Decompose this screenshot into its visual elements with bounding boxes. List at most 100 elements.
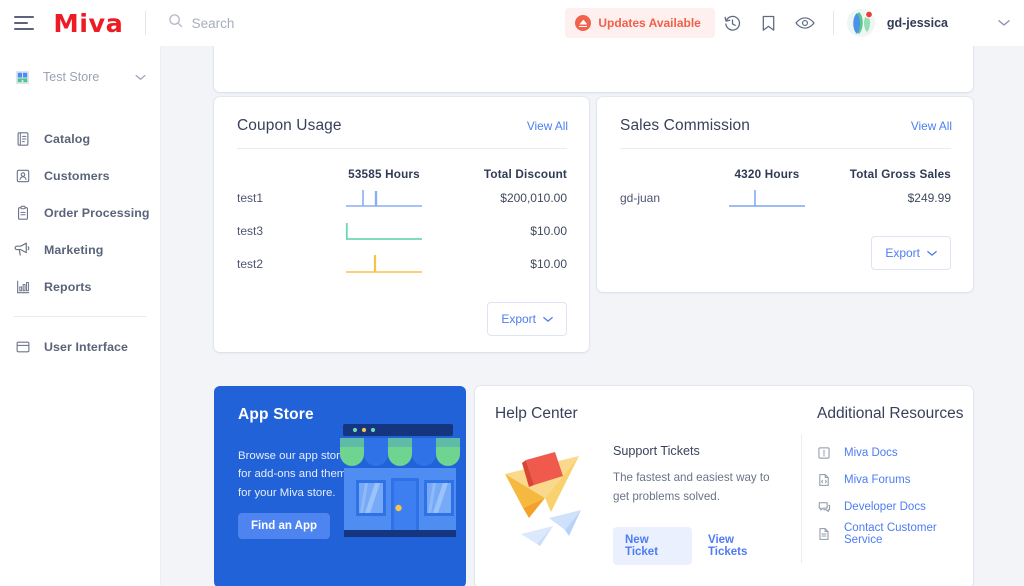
support-tickets-block: Support Tickets The fastest and easiest … xyxy=(613,444,781,565)
search-input[interactable]: Search xyxy=(168,13,235,33)
row-label: test3 xyxy=(237,224,309,238)
coupon-usage-card: Coupon Usage View All 53585 Hours Total … xyxy=(214,97,589,352)
chat-bubbles-icon xyxy=(817,500,832,514)
sidebar-item-label: Marketing xyxy=(44,243,103,257)
table-row[interactable]: test2 $10.00 xyxy=(214,247,589,280)
row-value: $10.00 xyxy=(459,257,567,271)
clipboard-icon xyxy=(14,205,31,221)
help-center-card: Help Center Additional Resources Support… xyxy=(475,386,973,586)
search-placeholder: Search xyxy=(192,16,235,31)
sidebar-item-reports[interactable]: Reports xyxy=(0,268,160,305)
row-value: $249.99 xyxy=(842,191,951,205)
support-tickets-title: Support Tickets xyxy=(613,444,781,458)
column-header-total: Total Gross Sales xyxy=(842,168,951,181)
hamburger-icon[interactable] xyxy=(14,16,36,30)
resource-link-label: Miva Forums xyxy=(844,474,910,486)
divider xyxy=(833,11,834,35)
resource-link-miva-docs[interactable]: Miva Docs xyxy=(817,439,973,466)
card-header: Coupon Usage View All xyxy=(214,97,589,135)
view-tickets-button[interactable]: View Tickets xyxy=(698,527,781,565)
page-title: Sales Commission xyxy=(620,117,750,135)
sidebar: Test Store Catalog xyxy=(0,46,161,586)
app-store-card[interactable]: App Store Browse our app store for add-o… xyxy=(214,386,466,586)
customers-icon xyxy=(14,168,31,184)
card-header: Sales Commission View All xyxy=(597,97,973,135)
resource-link-label: Contact Customer Service xyxy=(844,522,973,546)
table-header: 4320 Hours Total Gross Sales xyxy=(597,149,973,181)
chevron-down-icon[interactable] xyxy=(135,68,146,86)
additional-resources-title: Additional Resources xyxy=(817,405,963,423)
view-all-link[interactable]: View All xyxy=(911,119,952,133)
row-label: test2 xyxy=(237,257,309,271)
divider xyxy=(801,434,802,563)
updates-available-button[interactable]: Updates Available xyxy=(565,8,714,38)
sidebar-item-customers[interactable]: Customers xyxy=(0,157,160,194)
resource-link-miva-forums[interactable]: Miva Forums xyxy=(817,466,973,493)
sidebar-divider xyxy=(14,316,146,317)
sidebar-item-marketing[interactable]: Marketing xyxy=(0,231,160,268)
chevron-down-icon xyxy=(927,244,937,262)
username-label: gd-jessica xyxy=(887,16,948,30)
sparkline-chart xyxy=(309,253,459,275)
page-title: Coupon Usage xyxy=(237,117,342,135)
top-bar: Miva Search Updates Available xyxy=(0,0,1024,46)
app-store-title: App Store xyxy=(238,406,314,424)
view-all-link[interactable]: View All xyxy=(527,119,568,133)
layout-icon xyxy=(14,339,31,355)
find-an-app-button[interactable]: Find an App xyxy=(238,513,330,539)
partial-card-above xyxy=(214,46,973,92)
export-button[interactable]: Export xyxy=(487,302,567,336)
resource-link-label: Developer Docs xyxy=(844,501,926,513)
sidebar-item-label: Customers xyxy=(44,169,110,183)
updates-label: Updates Available xyxy=(598,16,700,30)
export-label: Export xyxy=(885,246,920,260)
megaphone-icon xyxy=(14,241,31,258)
row-value: $200,010.00 xyxy=(459,191,567,205)
store-name-label: Test Store xyxy=(43,70,135,84)
paper-plane-illustration xyxy=(493,438,597,551)
sidebar-item-label: Catalog xyxy=(44,132,90,146)
sidebar-item-user-interface[interactable]: User Interface xyxy=(0,328,160,365)
resource-link-contact-customer-service[interactable]: Contact Customer Service xyxy=(817,520,973,547)
miva-logo[interactable]: Miva xyxy=(53,11,123,36)
storefront-illustration xyxy=(338,424,466,557)
profile-menu[interactable]: gd-jessica xyxy=(846,8,956,38)
new-ticket-button[interactable]: New Ticket xyxy=(613,527,692,565)
sidebar-item-catalog[interactable]: Catalog xyxy=(0,120,160,157)
main-content: Coupon Usage View All 53585 Hours Total … xyxy=(161,46,1024,586)
history-icon[interactable] xyxy=(715,3,751,43)
resource-link-developer-docs[interactable]: Developer Docs xyxy=(817,493,973,520)
sidebar-item-label: Order Processing xyxy=(44,206,150,220)
row-label: test1 xyxy=(237,191,309,205)
sparkline-chart xyxy=(309,220,459,242)
table-header: 53585 Hours Total Discount xyxy=(214,149,589,181)
sidebar-item-order-processing[interactable]: Order Processing xyxy=(0,194,160,231)
sparkline-chart xyxy=(692,187,842,209)
row-label: gd-juan xyxy=(620,191,692,205)
top-bar-actions: Updates Available xyxy=(565,3,1024,43)
support-tickets-actions: New Ticket View Tickets xyxy=(613,527,781,565)
table-row[interactable]: test1 $200,010.00 xyxy=(214,181,589,214)
chevron-down-icon[interactable] xyxy=(998,14,1010,32)
avatar xyxy=(846,8,876,38)
catalog-icon xyxy=(14,131,31,147)
bar-chart-icon xyxy=(14,279,31,295)
eye-icon[interactable] xyxy=(787,3,823,43)
additional-resources-list: Miva Docs Miva Forums xyxy=(817,439,973,547)
store-icon xyxy=(14,69,31,86)
column-header-hours: 4320 Hours xyxy=(692,168,842,181)
export-label: Export xyxy=(501,312,536,326)
sidebar-nav: Catalog Customers Order P xyxy=(0,120,160,365)
sparkline-chart xyxy=(309,187,459,209)
divider xyxy=(145,11,146,35)
store-selector[interactable]: Test Store xyxy=(0,60,160,94)
export-button[interactable]: Export xyxy=(871,236,951,270)
table-row[interactable]: test3 $10.00 xyxy=(214,214,589,247)
document-icon xyxy=(817,527,832,541)
alert-circle-icon xyxy=(575,15,591,31)
bookmark-icon[interactable] xyxy=(751,3,787,43)
sidebar-item-label: Reports xyxy=(44,280,92,294)
chevron-down-icon xyxy=(543,310,553,328)
table-row[interactable]: gd-juan $249.99 xyxy=(597,181,973,214)
search-icon xyxy=(168,13,183,33)
